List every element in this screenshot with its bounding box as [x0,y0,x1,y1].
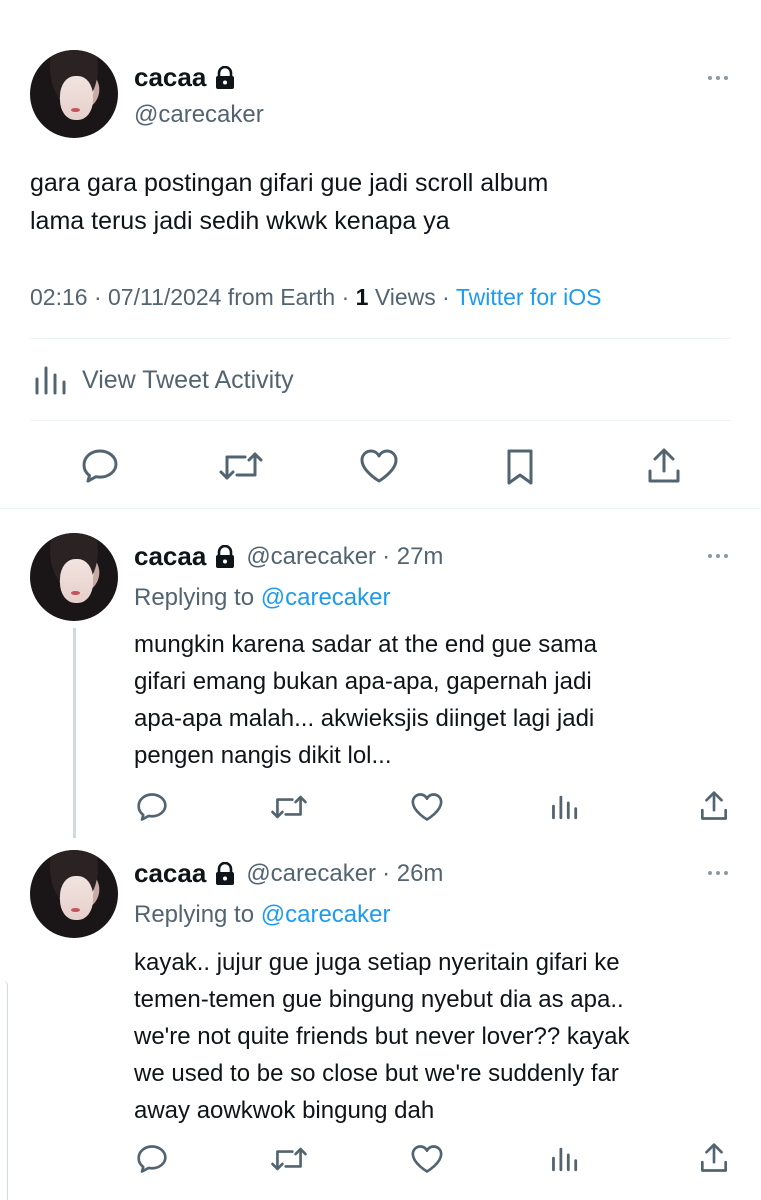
tweet-time[interactable]: 02:16 [30,284,88,310]
like-button[interactable] [408,1142,446,1176]
analytics-button[interactable] [548,1142,582,1176]
reply-text-line: temen-temen gue bingung nyebut dia as ap… [134,986,624,1013]
replying-to: Replying to @carecaker [134,584,391,612]
retweet-icon [271,795,307,819]
view-tweet-activity-button[interactable]: View Tweet Activity [34,365,294,395]
activity-label: View Tweet Activity [82,365,294,394]
reply-text-line: kayak.. jujur gue juga setiap nyeritain … [134,949,620,976]
reply-time[interactable]: · 26m [382,860,443,888]
display-name[interactable]: cacaa [134,62,206,93]
share-button[interactable] [696,788,732,824]
bookmark-icon [507,449,533,485]
avatar[interactable] [30,533,118,621]
analytics-button[interactable] [548,790,582,824]
display-name[interactable]: cacaa [134,541,206,572]
comment-icon [137,1145,167,1173]
retweet-button[interactable] [268,1142,310,1176]
share-icon [648,448,680,483]
comment-icon [82,449,118,483]
like-button[interactable] [408,790,446,824]
reply-text-line: away aowkwok bingung dah [134,1097,435,1124]
author-handle[interactable]: @carecaker [246,543,376,571]
tweet-source-link[interactable]: Twitter for iOS [456,284,602,310]
bookmark-button[interactable] [500,446,540,488]
more-dots-icon[interactable] [708,76,728,80]
share-icon [701,1143,727,1172]
lock-icon [214,861,236,886]
lock-icon [214,65,236,90]
retweet-icon [219,452,263,480]
divider [30,338,731,339]
tweet-date: 07/11/2024 from Earth [108,284,336,310]
retweet-button[interactable] [216,446,266,486]
tweet-text-line: gara gara postingan gifari gue jadi scro… [30,169,549,197]
reply-text-line: pengen nangis dikit lol... [134,742,392,769]
author-handle[interactable]: @carecaker [246,860,376,888]
author-name-row[interactable]: cacaa @carecaker · 26m [134,858,443,889]
retweet-icon [271,1147,307,1171]
replying-handle-link[interactable]: @carecaker [261,901,391,928]
meta-separator: · [442,284,450,310]
reply-button[interactable] [134,790,170,824]
share-button[interactable] [642,444,686,488]
replying-to: Replying to @carecaker [134,901,391,929]
share-button[interactable] [696,1140,732,1176]
reply-text-line: mungkin karena sadar at the end gue sama [134,631,597,658]
reply-text: kayak.. jujur gue juga setiap nyeritain … [134,944,754,1129]
tweet-meta: 02:16 · 07/11/2024 from Earth · 1 Views … [30,284,602,311]
more-dots-icon[interactable] [708,871,728,875]
analytics-icon [552,1147,578,1172]
meta-separator: · [93,284,102,310]
reply-time[interactable]: · 27m [382,543,443,571]
replying-label: Replying to [134,901,255,928]
reply-text-line: we used to be so close but we're suddenl… [134,1060,619,1087]
tweet-text-line: lama terus jadi sedih wkwk kenapa ya [30,207,450,235]
heart-icon [411,1145,443,1173]
lock-icon [214,544,236,569]
reply-text: mungkin karena sadar at the end gue sama… [134,626,744,774]
tweet-text: gara gara postingan gifari gue jadi scro… [30,164,730,240]
scroll-edge [0,980,8,1200]
meta-separator: · [341,284,350,310]
divider [30,420,731,421]
share-icon [701,791,727,820]
retweet-button[interactable] [268,790,310,824]
avatar[interactable] [30,50,118,138]
avatar[interactable] [30,850,118,938]
replying-handle-link[interactable]: @carecaker [261,584,391,611]
heart-icon [360,449,398,483]
comment-icon [137,793,167,821]
author-handle[interactable]: @carecaker [134,101,264,129]
author-name-row[interactable]: cacaa @carecaker · 27m [134,541,443,572]
reply-text-line: apa-apa malah... akwieksjis diinget lagi… [134,705,595,732]
author-name-row[interactable]: cacaa [134,62,236,93]
like-button[interactable] [356,446,402,486]
analytics-icon [34,365,68,395]
thread-line [73,628,76,838]
divider [0,508,761,509]
views-count: 1 [355,284,369,310]
reply-button[interactable] [134,1142,170,1176]
views-label: Views [374,284,436,310]
more-dots-icon[interactable] [708,554,728,558]
analytics-icon [552,795,578,820]
reply-text-line: gifari emang bukan apa-apa, gapernah jad… [134,668,592,695]
replying-label: Replying to [134,584,255,611]
reply-text-line: we're not quite friends but never lover?… [134,1023,630,1050]
reply-button[interactable] [78,446,122,486]
display-name[interactable]: cacaa [134,858,206,889]
heart-icon [411,793,443,821]
